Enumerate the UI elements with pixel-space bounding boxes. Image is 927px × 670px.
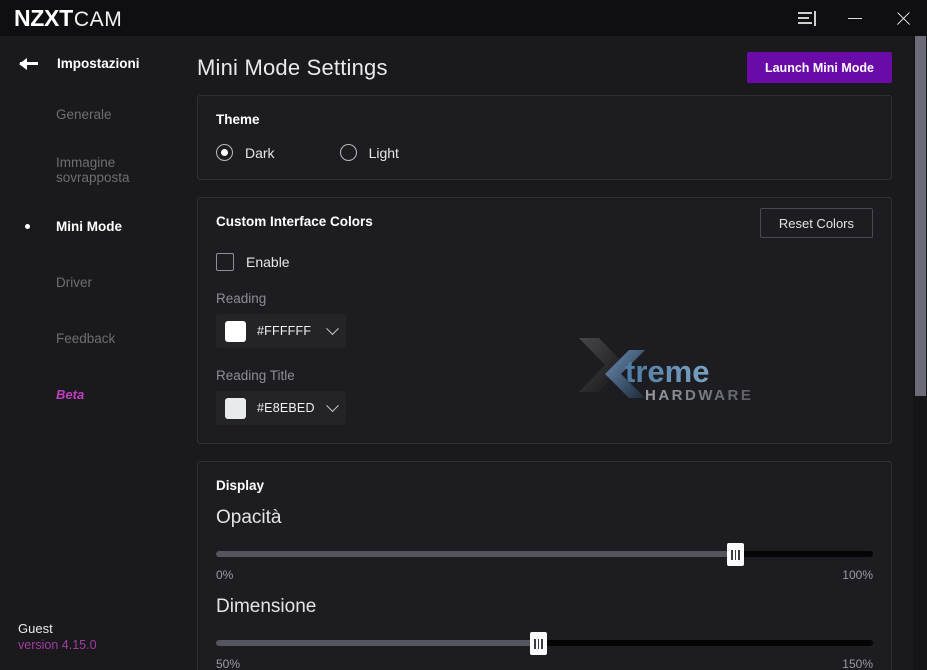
- user-name: Guest: [18, 620, 97, 638]
- sidebar-item-label: Immagine sovrapposta: [56, 155, 192, 185]
- dimension-slider-label: Dimensione: [216, 596, 873, 618]
- sidebar-item-label: Generale: [56, 107, 112, 122]
- minimize-button[interactable]: [831, 0, 879, 36]
- reading-color-select[interactable]: #FFFFFF: [216, 314, 346, 348]
- sidebar-item-label: Driver: [56, 275, 92, 290]
- sidebar-item-driver[interactable]: Driver: [0, 268, 192, 296]
- checkbox-unchecked-icon: [216, 253, 234, 271]
- app-logo: NZXT CAM: [14, 5, 122, 32]
- reading-title-color-value: #E8EBED: [257, 401, 328, 415]
- reading-field-label: Reading: [216, 291, 873, 306]
- chevron-down-icon: [326, 399, 339, 412]
- custom-colors-header: Custom Interface Colors Reset Colors: [216, 214, 873, 238]
- sidebar-nav: Generale Immagine sovrapposta Mini Mode …: [0, 100, 192, 408]
- opacity-slider[interactable]: [216, 543, 873, 565]
- vertical-scrollbar[interactable]: [913, 36, 927, 670]
- reading-title-color-select[interactable]: #E8EBED: [216, 391, 346, 425]
- sidebar-item-label: Beta: [56, 387, 84, 402]
- opacity-max-label: 100%: [842, 568, 873, 582]
- dimension-slider[interactable]: [216, 632, 873, 654]
- opacity-min-label: 0%: [216, 568, 233, 582]
- page-header: Mini Mode Settings Launch Mini Mode: [197, 36, 892, 95]
- dimension-slider-range: 50% 150%: [216, 657, 873, 670]
- custom-interface-colors-card: Custom Interface Colors Reset Colors Ena…: [197, 197, 892, 444]
- theme-option-label: Light: [369, 145, 399, 161]
- custom-colors-title: Custom Interface Colors: [216, 214, 373, 229]
- logo-cam-text: CAM: [74, 8, 122, 32]
- opacity-slider-label: Opacità: [216, 507, 873, 529]
- reset-colors-button[interactable]: Reset Colors: [760, 208, 873, 238]
- launch-mini-mode-button[interactable]: Launch Mini Mode: [747, 52, 892, 83]
- reading-title-color-swatch: [225, 398, 246, 419]
- user-info: Guest version 4.15.0: [18, 620, 97, 654]
- sidebar: Impostazioni Generale Immagine sovrappos…: [0, 36, 192, 670]
- close-button[interactable]: [879, 0, 927, 36]
- sidebar-item-mini-mode[interactable]: Mini Mode: [0, 212, 192, 240]
- main-content: Mini Mode Settings Launch Mini Mode Them…: [192, 36, 927, 670]
- dimension-slider-fill: [216, 640, 538, 646]
- app-version: version 4.15.0: [18, 637, 97, 654]
- opacity-slider-range: 0% 100%: [216, 568, 873, 582]
- radio-selected-icon: [216, 144, 233, 161]
- sidebar-back-label: Impostazioni: [57, 56, 140, 71]
- arrow-left-icon: [18, 56, 39, 70]
- dimension-min-label: 50%: [216, 657, 240, 670]
- active-bullet-icon: [25, 224, 30, 229]
- sidebar-item-immagine-sovrapposta[interactable]: Immagine sovrapposta: [0, 156, 192, 184]
- sidebar-item-label: Feedback: [56, 331, 115, 346]
- logo-nzxt-text: NZXT: [14, 5, 73, 32]
- display-title: Display: [216, 478, 873, 493]
- theme-option-light[interactable]: Light: [340, 144, 399, 161]
- theme-option-dark[interactable]: Dark: [216, 144, 275, 161]
- page-title: Mini Mode Settings: [197, 55, 388, 81]
- enable-custom-colors-row[interactable]: Enable: [216, 253, 873, 271]
- display-card: Display Opacità 0% 100% Dimensione: [197, 461, 892, 670]
- window-controls: [783, 0, 927, 36]
- dimension-max-label: 150%: [842, 657, 873, 670]
- menu-button[interactable]: [783, 0, 831, 36]
- enable-label: Enable: [246, 254, 290, 270]
- chevron-down-icon: [326, 322, 339, 335]
- sidebar-item-generale[interactable]: Generale: [0, 100, 192, 128]
- theme-radio-group: Dark Light: [216, 144, 873, 161]
- radio-unselected-icon: [340, 144, 357, 161]
- reading-color-value: #FFFFFF: [257, 324, 328, 338]
- sidebar-item-label: Mini Mode: [56, 219, 122, 234]
- reading-color-swatch: [225, 321, 246, 342]
- reading-title-field-label: Reading Title: [216, 368, 873, 383]
- minimize-icon: [848, 18, 862, 19]
- scrollbar-thumb[interactable]: [915, 36, 926, 396]
- sidebar-back-row[interactable]: Impostazioni: [0, 48, 192, 78]
- theme-card: Theme Dark Light: [197, 95, 892, 180]
- close-icon: [896, 11, 911, 26]
- nzxt-cam-window: NZXT CAM Impostazioni: [0, 0, 927, 670]
- window-body: Impostazioni Generale Immagine sovrappos…: [0, 36, 927, 670]
- opacity-slider-thumb[interactable]: [727, 543, 744, 566]
- title-bar: NZXT CAM: [0, 0, 927, 36]
- opacity-slider-fill: [216, 551, 735, 557]
- sidebar-item-feedback[interactable]: Feedback: [0, 324, 192, 352]
- sidebar-item-beta[interactable]: Beta: [0, 380, 192, 408]
- theme-title: Theme: [216, 112, 873, 127]
- dimension-slider-thumb[interactable]: [530, 632, 547, 655]
- theme-option-label: Dark: [245, 145, 275, 161]
- hamburger-menu-icon: [798, 12, 816, 25]
